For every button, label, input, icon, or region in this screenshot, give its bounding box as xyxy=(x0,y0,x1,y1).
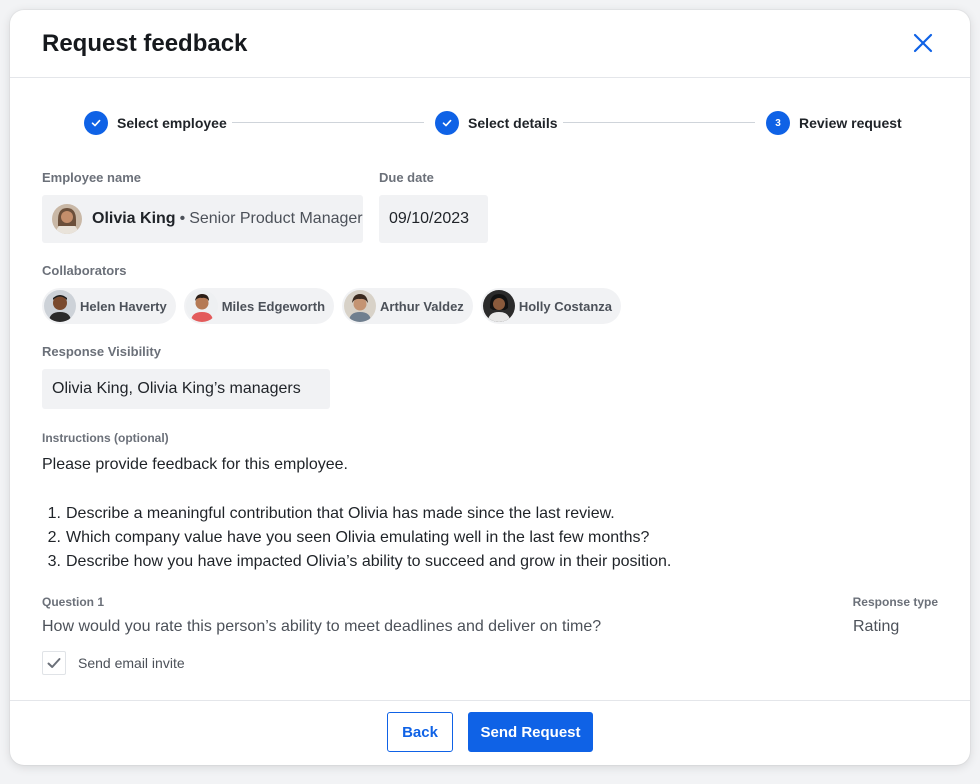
dialog-title: Request feedback xyxy=(42,30,248,57)
avatar xyxy=(52,204,82,234)
collaborator-chip: Arthur Valdez xyxy=(342,288,473,324)
back-button[interactable]: Back xyxy=(387,712,453,752)
instructions-list: 1. Describe a meaningful contribution tha… xyxy=(42,502,672,574)
employee-name-field: Olivia King • Senior Product Manager xyxy=(42,195,363,243)
collaborator-name: Helen Haverty xyxy=(80,298,167,314)
request-feedback-dialog: Request feedback Select employee Select … xyxy=(10,10,970,765)
collaborator-chip: Miles Edgeworth xyxy=(183,288,335,324)
collaborators-label: Collaborators xyxy=(42,263,127,278)
collaborator-name: Miles Edgeworth xyxy=(221,298,326,314)
avatar xyxy=(185,290,218,322)
response-visibility-field: Olivia King, Olivia King’s managers xyxy=(42,369,330,409)
step-select-details: Select details xyxy=(435,110,558,136)
send-email-invite-option[interactable]: Send email invite xyxy=(42,651,185,675)
step-number-marker: 3 xyxy=(766,111,790,135)
close-icon xyxy=(913,33,933,53)
employee-name: Olivia King xyxy=(92,210,176,227)
dialog-footer: Back Send Request xyxy=(10,700,970,765)
stepper-connector xyxy=(232,122,424,123)
check-icon xyxy=(91,119,101,127)
avatar xyxy=(44,290,76,322)
avatar xyxy=(482,290,515,322)
response-type-label: Response type xyxy=(852,595,938,609)
collaborator-chip: Helen Haverty xyxy=(42,288,176,324)
employee-name-label: Employee name xyxy=(42,170,141,185)
send-request-button[interactable]: Send Request xyxy=(468,712,593,752)
response-visibility-label: Response Visibility xyxy=(42,344,161,359)
collaborator-name: Arthur Valdez xyxy=(380,298,464,314)
stepper-connector xyxy=(563,122,755,123)
step-complete-marker xyxy=(84,111,108,135)
collaborator-chip: Holly Costanza xyxy=(480,288,621,324)
send-email-invite-checkbox[interactable] xyxy=(42,651,66,675)
check-icon xyxy=(47,658,61,668)
collaborators-list: Helen Haverty Miles Edgeworth Arthur Val… xyxy=(42,288,621,324)
instructions-intro: Please provide feedback for this employe… xyxy=(42,456,348,473)
step-label: Select details xyxy=(468,115,558,131)
question-text: How would you rate this person’s ability… xyxy=(42,618,602,635)
check-icon xyxy=(442,119,452,127)
separator-dot: • xyxy=(179,210,186,227)
instructions-label: Instructions (optional) xyxy=(42,431,169,445)
response-type-value: Rating xyxy=(853,618,900,635)
dialog-header: Request feedback xyxy=(10,10,970,78)
collaborator-name: Holly Costanza xyxy=(518,298,612,314)
due-date-field: 09/10/2023 xyxy=(379,195,488,243)
step-label: Review request xyxy=(799,115,902,131)
list-item: 3. Describe how you have impacted Olivia’… xyxy=(47,553,672,570)
step-complete-marker xyxy=(435,111,459,135)
list-item: 1. Describe a meaningful contribution tha… xyxy=(47,505,615,522)
step-review-request: 3 Review request xyxy=(766,110,902,136)
progress-stepper: Select employee Select details 3 Review … xyxy=(10,110,970,136)
employee-role: Senior Product Manager xyxy=(189,210,363,227)
avatar xyxy=(344,290,377,322)
send-email-invite-label: Send email invite xyxy=(78,655,185,671)
due-date-label: Due date xyxy=(379,170,434,185)
close-button[interactable] xyxy=(912,32,934,54)
step-select-employee: Select employee xyxy=(84,110,227,136)
question-label: Question 1 xyxy=(42,595,105,609)
step-label: Select employee xyxy=(117,115,227,131)
list-item: 2. Which company value have you seen Oliv… xyxy=(47,529,650,546)
